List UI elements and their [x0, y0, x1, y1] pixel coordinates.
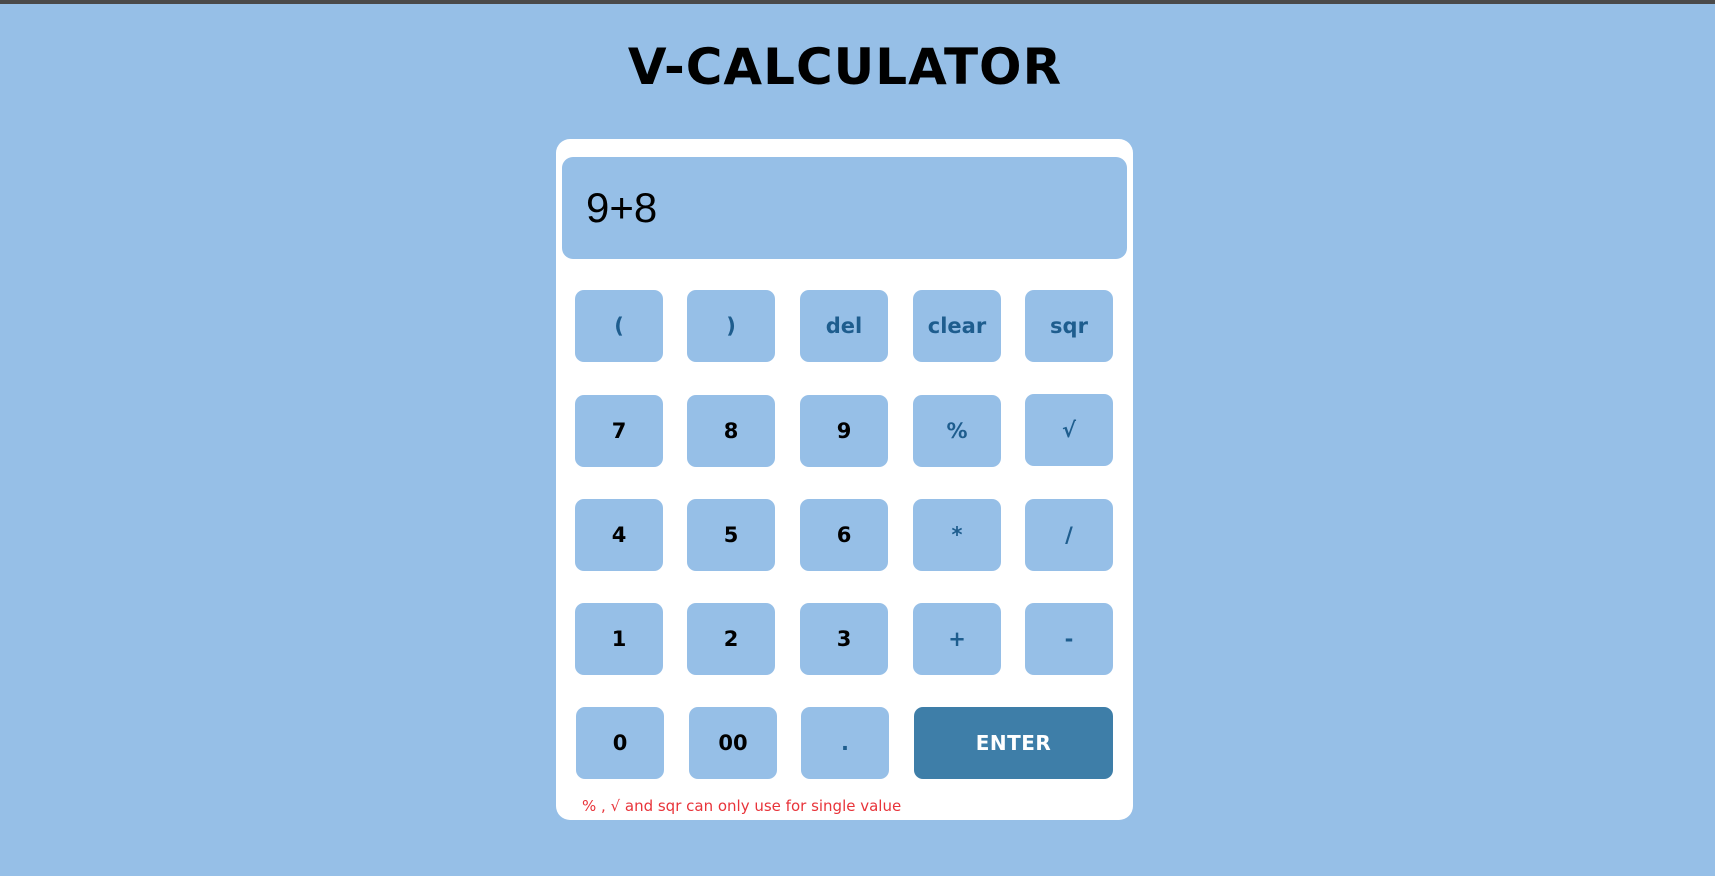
digit-4-button[interactable]: 4: [575, 499, 663, 571]
digit-5-button[interactable]: 5: [687, 499, 775, 571]
delete-button[interactable]: del: [800, 290, 888, 362]
digit-7-button[interactable]: 7: [575, 395, 663, 467]
close-paren-button[interactable]: ): [687, 290, 775, 362]
digit-1-button[interactable]: 1: [575, 603, 663, 675]
enter-button[interactable]: ENTER: [914, 707, 1113, 779]
minus-button[interactable]: -: [1025, 603, 1113, 675]
window-top-border: [0, 0, 1715, 4]
calculator-card: 9+8 ( ) del clear sqr 7 8 9 % √ 4 5 6 * …: [556, 139, 1133, 820]
square-button[interactable]: sqr: [1025, 290, 1113, 362]
page-title: V-CALCULATOR: [627, 38, 1063, 96]
percent-button[interactable]: %: [913, 395, 1001, 467]
digit-3-button[interactable]: 3: [800, 603, 888, 675]
open-paren-button[interactable]: (: [575, 290, 663, 362]
digit-9-button[interactable]: 9: [800, 395, 888, 467]
digit-8-button[interactable]: 8: [687, 395, 775, 467]
decimal-point-button[interactable]: .: [801, 707, 889, 779]
digit-6-button[interactable]: 6: [800, 499, 888, 571]
usage-note: % , √ and sqr can only use for single va…: [582, 797, 902, 815]
divide-button[interactable]: /: [1025, 499, 1113, 571]
digit-0-button[interactable]: 0: [576, 707, 664, 779]
digit-2-button[interactable]: 2: [687, 603, 775, 675]
clear-button[interactable]: clear: [913, 290, 1001, 362]
double-zero-button[interactable]: 00: [689, 707, 777, 779]
multiply-button[interactable]: *: [913, 499, 1001, 571]
square-root-button[interactable]: √: [1025, 394, 1113, 466]
plus-button[interactable]: +: [913, 603, 1001, 675]
calculator-display: 9+8: [562, 157, 1127, 259]
